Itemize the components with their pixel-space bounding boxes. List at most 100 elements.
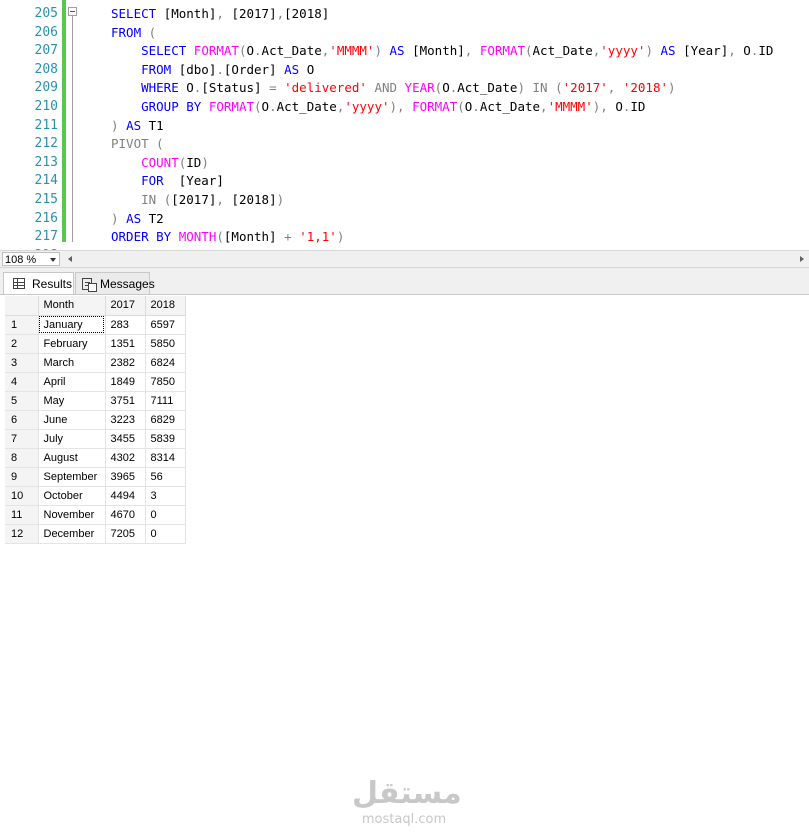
row-number-cell[interactable]: 11 [5, 505, 39, 525]
month-cell[interactable]: December [38, 524, 106, 544]
value-2017-cell[interactable]: 7205 [105, 524, 146, 544]
row-number-cell[interactable]: 6 [5, 410, 39, 430]
table-row[interactable]: 7 July 3455 5839 [5, 429, 186, 449]
code-token: 'delivered' [284, 80, 375, 96]
value-2017-cell[interactable]: 3751 [105, 391, 146, 411]
month-cell[interactable]: May [38, 391, 106, 411]
month-cell[interactable]: July [38, 429, 106, 449]
table-row[interactable]: 3 March 2382 6824 [5, 353, 186, 373]
code-line[interactable]: SELECT FORMAT(O.Act_Date,'MMMM') AS [Mon… [111, 42, 773, 61]
code-token: ( [156, 136, 164, 152]
table-row[interactable]: 11 November 4670 0 [5, 505, 186, 525]
value-2018-cell[interactable]: 6829 [145, 410, 186, 430]
value-2018-cell[interactable]: 5850 [145, 334, 186, 354]
row-number-cell[interactable]: 10 [5, 486, 39, 506]
value-2017-cell[interactable]: 283 [105, 315, 146, 335]
row-number-cell[interactable]: 1 [5, 315, 39, 335]
month-cell[interactable]: November [38, 505, 106, 525]
scroll-right-icon[interactable] [800, 256, 804, 262]
code-token: ) [111, 210, 127, 226]
value-2018-cell[interactable]: 6824 [145, 353, 186, 373]
table-row[interactable]: 8 August 4302 8314 [5, 448, 186, 468]
code-token: ) [668, 80, 676, 96]
row-number-cell[interactable]: 5 [5, 391, 39, 411]
month-cell[interactable]: August [38, 448, 106, 468]
value-2017-cell[interactable]: 4494 [105, 486, 146, 506]
value-2018-cell[interactable]: 5839 [145, 429, 186, 449]
code-token: ), [592, 99, 616, 114]
column-header-2018[interactable]: 2018 [145, 296, 186, 316]
code-line[interactable]: COUNT(ID) [111, 154, 209, 173]
chevron-down-icon[interactable] [50, 258, 56, 262]
table-row[interactable]: 6 June 3223 6829 [5, 410, 186, 430]
results-grid[interactable]: Month 2017 2018 1 January 283 6597 2 February… [5, 296, 186, 544]
month-cell[interactable]: June [38, 410, 106, 430]
month-cell[interactable]: October [38, 486, 106, 506]
column-header-month[interactable]: Month [38, 296, 106, 316]
month-cell[interactable]: April [38, 372, 106, 392]
code-token: 'MMMM' [547, 99, 593, 114]
code-line[interactable]: SELECT [Month], [2017],[2018] [111, 5, 329, 24]
code-token: O [261, 99, 270, 114]
code-line[interactable]: FROM [dbo].[Order] AS O [111, 61, 314, 80]
value-2018-cell[interactable]: 8314 [145, 448, 186, 468]
code-line[interactable]: ) AS T1 [111, 117, 164, 136]
code-token: ), [389, 99, 413, 114]
table-row[interactable]: 9 September 3965 56 [5, 467, 186, 487]
value-2018-cell[interactable]: 56 [145, 467, 186, 487]
table-row[interactable]: 2 February 1351 5850 [5, 334, 186, 354]
value-2017-cell[interactable]: 3965 [105, 467, 146, 487]
value-2017-cell[interactable]: 1849 [105, 372, 146, 392]
row-number-cell[interactable]: 7 [5, 429, 39, 449]
value-2018-cell[interactable]: 7111 [145, 391, 186, 411]
tab-messages[interactable]: Messages [75, 272, 155, 294]
collapse-region-icon[interactable] [68, 7, 77, 16]
row-number-cell[interactable]: 9 [5, 467, 39, 487]
table-row[interactable]: 1 January 283 6597 [5, 315, 186, 335]
code-line[interactable]: ) AS T2 [111, 210, 164, 229]
value-2018-cell[interactable]: 3 [145, 486, 186, 506]
code-token: [Year] [683, 43, 729, 59]
value-2018-cell[interactable]: 6597 [145, 315, 186, 335]
code-token: IN [111, 192, 164, 207]
code-line[interactable]: WHERE O.[Status] = 'delivered' AND YEAR(… [111, 79, 676, 98]
zoom-dropdown[interactable]: 108 % [2, 252, 60, 266]
table-row[interactable]: 12 December 7205 0 [5, 524, 186, 544]
month-cell[interactable]: March [38, 353, 106, 373]
code-token: . [254, 43, 262, 59]
row-number-cell[interactable]: 12 [5, 524, 39, 544]
code-line[interactable]: FOR [Year] [111, 172, 224, 191]
value-2017-cell[interactable]: 1351 [105, 334, 146, 354]
horizontal-scrollbar[interactable] [66, 252, 806, 266]
column-header-rownum[interactable] [5, 296, 39, 316]
scroll-left-icon[interactable] [68, 256, 72, 262]
line-number: 209 [34, 80, 58, 96]
code-token: [dbo] [178, 61, 217, 77]
value-2017-cell[interactable]: 4670 [105, 505, 146, 525]
value-2017-cell[interactable]: 3455 [105, 429, 146, 449]
code-line[interactable]: GROUP BY FORMAT(O.Act_Date,'yyyy'), FORM… [111, 98, 645, 117]
row-number-cell[interactable]: 8 [5, 448, 39, 468]
table-row[interactable]: 10 October 4494 3 [5, 486, 186, 506]
value-2018-cell[interactable]: 0 [145, 524, 186, 544]
row-number-cell[interactable]: 2 [5, 334, 39, 354]
value-2017-cell[interactable]: 2382 [105, 353, 146, 373]
table-row[interactable]: 4 April 1849 7850 [5, 372, 186, 392]
row-number-cell[interactable]: 3 [5, 353, 39, 373]
value-2017-cell[interactable]: 3223 [105, 410, 146, 430]
code-line[interactable]: PIVOT ( [111, 135, 164, 154]
code-line[interactable]: FROM ( [111, 24, 156, 43]
code-line[interactable]: IN ([2017], [2018]) [111, 191, 284, 210]
code-line[interactable]: ORDER BY MONTH([Month] + '1,1') [111, 228, 344, 247]
month-cell[interactable]: February [38, 334, 106, 354]
month-cell[interactable]: January [38, 315, 106, 335]
value-2018-cell[interactable]: 0 [145, 505, 186, 525]
month-cell[interactable]: September [38, 467, 106, 487]
code-editor[interactable]: 2052062072082092102112122132142152162172… [0, 0, 809, 250]
row-number-cell[interactable]: 4 [5, 372, 39, 392]
column-header-2017[interactable]: 2017 [105, 296, 146, 316]
value-2017-cell[interactable]: 4302 [105, 448, 146, 468]
value-2018-cell[interactable]: 7850 [145, 372, 186, 392]
table-row[interactable]: 5 May 3751 7111 [5, 391, 186, 411]
tab-results[interactable]: Results [3, 272, 74, 294]
